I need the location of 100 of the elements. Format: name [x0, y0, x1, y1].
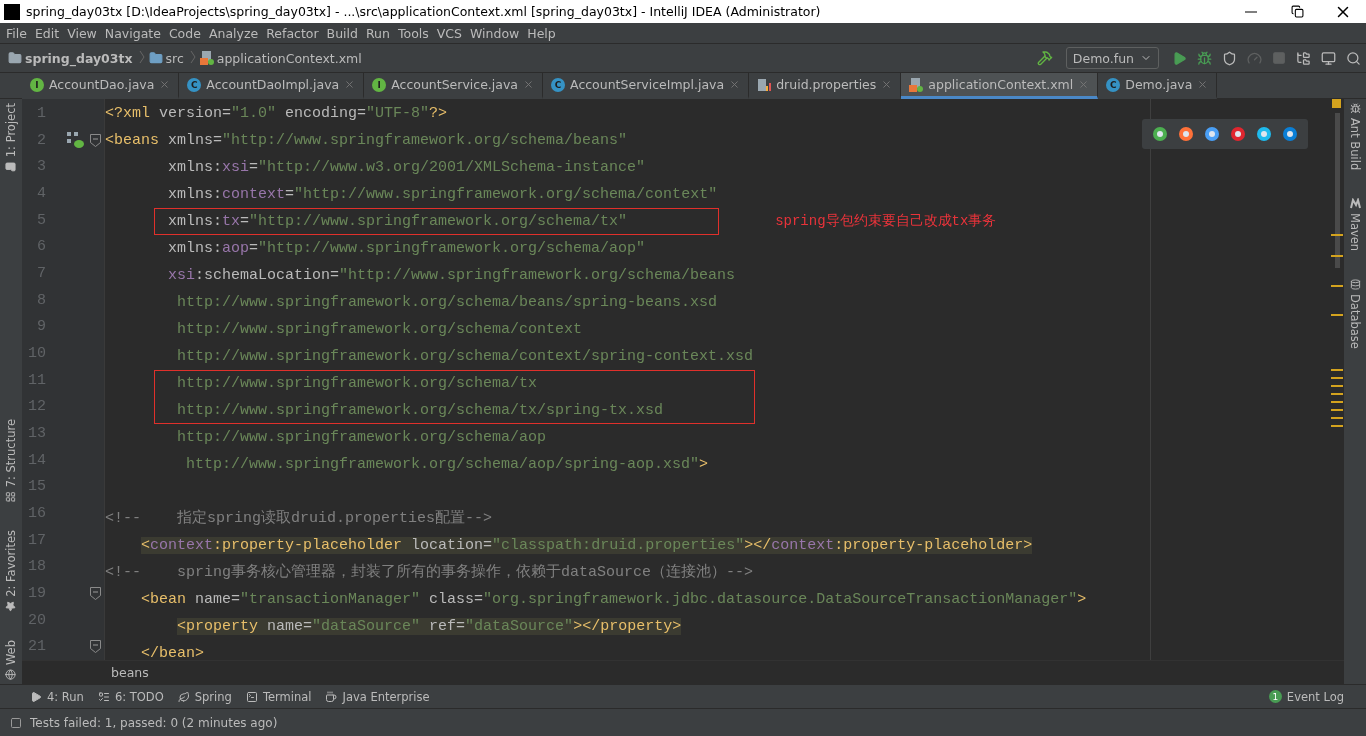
close-icon[interactable] — [523, 79, 535, 90]
menu-item[interactable]: Navigate — [100, 25, 165, 41]
breadcrumb-item[interactable]: beans — [105, 664, 155, 681]
structure-icon — [5, 491, 17, 503]
editor-tab[interactable]: C AccountDaoImpl.java — [179, 73, 365, 99]
list-icon — [97, 690, 110, 703]
menu-item[interactable]: Edit — [30, 25, 64, 41]
code-line: xmlns:tx="http://www.springframework.org/schema/tx" — [167, 212, 628, 232]
editor-tab[interactable]: C Demo.java — [1098, 73, 1218, 99]
code-line: <!-- 指定spring读取druid.properties配置--> — [105, 508, 493, 529]
folder-icon — [148, 51, 163, 65]
tool-window-button[interactable]: 4: Run — [30, 689, 84, 704]
code-line: xmlns:xsi="http://www.w3.org/2001/XMLSchema-instance" — [167, 158, 646, 178]
menu-item[interactable]: Build — [322, 25, 362, 41]
cup-icon — [325, 690, 338, 703]
menu-item[interactable]: Window — [466, 25, 524, 41]
menu-item[interactable]: Help — [523, 25, 560, 41]
code-line: http://www.springframework.org/schema/context/spring-context.xsd — [176, 347, 754, 367]
code-line: xsi:schemaLocation="http://www.springframework.org/schema/beans — [167, 266, 736, 286]
close-icon[interactable] — [729, 79, 741, 90]
code-line: http://www.springframework.org/schema/beans/spring-beans.xsd — [176, 293, 718, 313]
close-icon[interactable] — [881, 79, 893, 90]
highlighted-code: <context:property-placeholder location="classpath:druid.properties"></context:property-placeholder> — [141, 537, 1033, 554]
code-line: <bean name="transactionManager" class="org.springframework.jdbc.datasource.DataSourceTransactionManager"> — [140, 590, 1087, 610]
menu-item[interactable]: View — [63, 25, 101, 41]
database-icon — [1349, 279, 1361, 291]
tool-window-button[interactable]: 2: Favorites — [0, 526, 22, 616]
class-icon: C — [1106, 77, 1121, 92]
tool-window-button[interactable]: Java Enterprise — [325, 689, 430, 704]
menu-item[interactable]: VCS — [432, 25, 466, 41]
browser-icon[interactable] — [1281, 125, 1299, 143]
fold-marker-icon[interactable] — [90, 586, 101, 600]
xml-file-icon — [909, 77, 924, 92]
class-icon: C — [551, 77, 566, 92]
tool-window-button[interactable]: Database — [1344, 275, 1366, 354]
app-icon — [4, 3, 20, 20]
code-line: <beans xmlns="http://www.springframework.org/schema/beans" — [105, 131, 628, 151]
menu-item[interactable]: Refactor — [262, 25, 323, 41]
editor-tab[interactable]: I AccountService.java — [364, 73, 544, 99]
tool-window-button[interactable]: Terminal — [245, 689, 312, 704]
menu-item[interactable]: Tools — [393, 25, 433, 41]
panel-icon[interactable] — [10, 716, 22, 729]
code-line: http://www.springframework.org/schema/tx — [176, 374, 538, 394]
editor-tab[interactable]: I AccountDao.java — [22, 73, 180, 99]
browser-icon[interactable] — [1203, 125, 1221, 143]
code-line: http://www.springframework.org/schema/aop — [176, 428, 547, 448]
code-line: http://www.springframework.org/schema/aop/spring-aop.xsd"> — [185, 455, 709, 475]
chevron-icon — [138, 49, 145, 64]
code-line: <?xml version="1.0" encoding="UTF-8"?> — [105, 104, 448, 124]
annotation-note: spring导包约束要自己改成tx事务 — [775, 212, 997, 231]
close-icon[interactable] — [159, 79, 171, 90]
browser-icon[interactable] — [1151, 125, 1169, 143]
terminal-icon — [245, 690, 258, 703]
window-title: spring_day03tx [D:\IdeaProjects\spring_day03tx] - ...\src\applicationContext.xml [spring_day03tx] - IntelliJ IDEA (Administrator) — [26, 4, 822, 19]
code-line: <!-- spring事务核心管理器，封装了所有的事务操作，依赖于dataSource（连接池）--> — [105, 562, 754, 583]
editor-tab[interactable]: druid.properties — [749, 73, 902, 99]
menu-item[interactable]: Run — [362, 25, 394, 41]
chevron-icon — [189, 49, 196, 64]
breadcrumb-item[interactable]: applicationContext.xml — [199, 50, 368, 66]
menu-item[interactable]: Code — [164, 25, 205, 41]
run-config-dropdown[interactable]: Demo.fun — [1065, 47, 1159, 69]
status-message: Tests failed: 1, passed: 0 (2 minutes ago) — [30, 715, 278, 730]
restore-icon — [1290, 5, 1304, 18]
tool-window-button[interactable]: 1: Project — [0, 99, 22, 177]
fold-marker-icon[interactable] — [90, 640, 101, 654]
count-badge: 1 — [1268, 690, 1282, 703]
breadcrumb-item[interactable]: src — [148, 50, 190, 66]
editor-tab[interactable]: applicationContext.xml — [901, 73, 1099, 99]
browser-icon[interactable] — [1255, 125, 1273, 143]
browser-icon[interactable] — [1177, 125, 1195, 143]
play-icon — [30, 690, 42, 703]
tool-window-button[interactable]: Spring — [177, 689, 232, 704]
code-line: http://www.springframework.org/schema/tx/spring-tx.xsd — [176, 401, 664, 421]
breadcrumb-item[interactable]: spring_day03tx — [8, 50, 139, 66]
tool-window-button[interactable]: Ant Build — [1344, 99, 1366, 175]
interface-icon: I — [372, 77, 387, 92]
code-line: xmlns:context="http://www.springframework.org/schema/context" — [167, 185, 718, 205]
fold-marker-icon[interactable] — [90, 133, 101, 147]
ant-icon — [1349, 103, 1361, 114]
code-line: </bean> — [140, 644, 205, 660]
tool-window-button[interactable]: 6: TODO — [97, 689, 164, 704]
tool-window-button[interactable]: Web — [0, 635, 22, 684]
close-icon[interactable] — [1197, 79, 1209, 90]
folder-icon — [5, 161, 17, 173]
star-icon — [5, 600, 17, 612]
globe-icon — [5, 669, 17, 680]
event-log-button[interactable]: 1 Event Log — [1268, 689, 1344, 704]
highlighted-code: <property name="dataSource" ref="dataSource"></property> — [177, 618, 682, 635]
code-line: http://www.springframework.org/schema/context — [176, 320, 583, 340]
close-icon[interactable] — [344, 79, 356, 90]
editor-tab[interactable]: C AccountServiceImpl.java — [543, 73, 750, 99]
leaf-icon — [177, 690, 190, 703]
browser-icon[interactable] — [1229, 125, 1247, 143]
maven-icon — [1349, 198, 1361, 210]
xml-file-icon — [199, 51, 214, 65]
interface-icon: I — [30, 77, 44, 92]
tool-window-button[interactable]: 7: Structure — [0, 414, 22, 507]
menu-item[interactable]: Analyze — [204, 25, 263, 41]
tool-window-button[interactable]: Maven — [1344, 194, 1366, 256]
menu-item[interactable]: File — [2, 25, 31, 41]
